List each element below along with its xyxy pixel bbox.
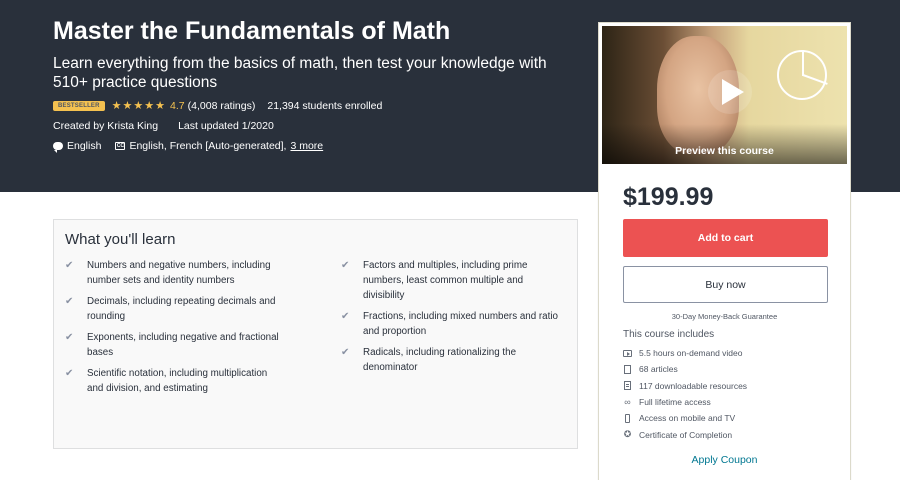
star-icon: ★ — [144, 99, 155, 112]
learn-item: ✔ Scientific notation, including multipli… — [65, 368, 268, 394]
includes-item: ✪ Certificate of Completion — [623, 429, 733, 440]
learn-column-right: ✔ Factors and multiples, including prime … — [341, 258, 561, 381]
star-icon: ★ — [133, 99, 144, 112]
check-icon: ✔ — [65, 368, 74, 379]
course-stats: Bestseller ★ ★ ★ ★ ★ 4.7 (4,008 ratings)… — [53, 98, 573, 114]
includes-item: 5.5 hours on-demand video — [623, 345, 833, 361]
speech-bubble-icon — [53, 142, 63, 153]
check-icon: ✔ — [341, 347, 350, 358]
last-updated: Last updated 1/2020 — [178, 120, 274, 132]
file-icon — [623, 381, 632, 391]
learn-item: ✔ Decimals, including repeating decimals … — [65, 296, 276, 322]
more-captions-link[interactable]: 3 more — [290, 140, 323, 152]
what-youll-learn-heading: What you'll learn — [65, 231, 176, 248]
course-preview-video[interactable]: Preview this course — [602, 26, 847, 164]
course-authorship: Created by Krista King Last updated 1/20… — [53, 119, 573, 133]
ratings-count[interactable]: (4,008 ratings) — [188, 100, 256, 112]
apply-coupon-link[interactable]: Apply Coupon — [599, 454, 850, 466]
created-by[interactable]: Created by Krista King — [53, 120, 158, 132]
article-icon — [623, 364, 632, 374]
includes-item: ∞ Full lifetime access — [624, 396, 711, 408]
includes-item: Access on mobile and TV — [623, 410, 833, 426]
infinity-icon: ∞ — [624, 396, 631, 407]
includes-heading: This course includes — [623, 329, 715, 340]
play-icon[interactable] — [708, 70, 752, 114]
trophy-icon: ✪ — [623, 429, 632, 440]
check-icon: ✔ — [65, 260, 74, 271]
course-title: Master the Fundamentals of Math — [53, 17, 451, 45]
includes-item: 68 articles — [623, 361, 833, 377]
bestseller-badge: Bestseller — [53, 101, 105, 111]
star-icon: ★ — [111, 99, 122, 112]
what-youll-learn: What you'll learn ✔ Numbers and negative … — [53, 219, 578, 449]
buy-now-button[interactable]: Buy now — [623, 266, 828, 303]
rating-value: 4.7 — [170, 100, 185, 112]
pie-chart-sketch-icon — [777, 50, 827, 100]
star-icon: ★ — [122, 99, 133, 112]
video-icon — [623, 349, 632, 358]
includes-item: 117 downloadable resources — [623, 378, 833, 394]
purchase-card: Preview this course $199.99 Add to cart … — [598, 22, 851, 480]
captions-languages: English, French [Auto-generated], — [129, 140, 287, 152]
check-icon: ✔ — [341, 311, 350, 322]
learn-item: ✔ Factors and multiples, including prime … — [341, 260, 528, 301]
course-price: $199.99 — [623, 183, 714, 211]
mobile-icon — [623, 413, 632, 423]
check-icon: ✔ — [65, 332, 74, 343]
learn-item: ✔ Exponents, including negative and fract… — [65, 332, 279, 358]
preview-course-label[interactable]: Preview this course — [602, 145, 847, 157]
add-to-cart-button[interactable]: Add to cart — [623, 219, 828, 257]
course-subtitle: Learn everything from the basics of math… — [53, 55, 547, 91]
course-header-content: Master the Fundamentals of Math Learn ev… — [53, 14, 573, 153]
course-languages: English CC English, French [Auto-generat… — [53, 139, 573, 153]
check-icon: ✔ — [341, 260, 350, 271]
learn-item: ✔ Numbers and negative numbers, including… — [65, 260, 271, 286]
check-icon: ✔ — [65, 296, 74, 307]
learn-item: ✔ Fractions, including mixed numbers and … — [341, 311, 558, 337]
closed-captions-icon: CC — [115, 142, 126, 150]
rating-stars: ★ ★ ★ ★ ★ — [111, 99, 166, 112]
course-language: English — [67, 140, 102, 152]
students-enrolled: 21,394 students enrolled — [267, 100, 383, 112]
learn-item: ✔ Radicals, including rationalizing the d… — [341, 347, 517, 373]
star-icon: ★ — [155, 99, 166, 112]
includes-list: 5.5 hours on-demand video 68 articles 11… — [623, 345, 833, 443]
learn-column-left: ✔ Numbers and negative numbers, including… — [65, 258, 285, 402]
money-back-guarantee: 30-Day Money-Back Guarantee — [671, 312, 778, 321]
